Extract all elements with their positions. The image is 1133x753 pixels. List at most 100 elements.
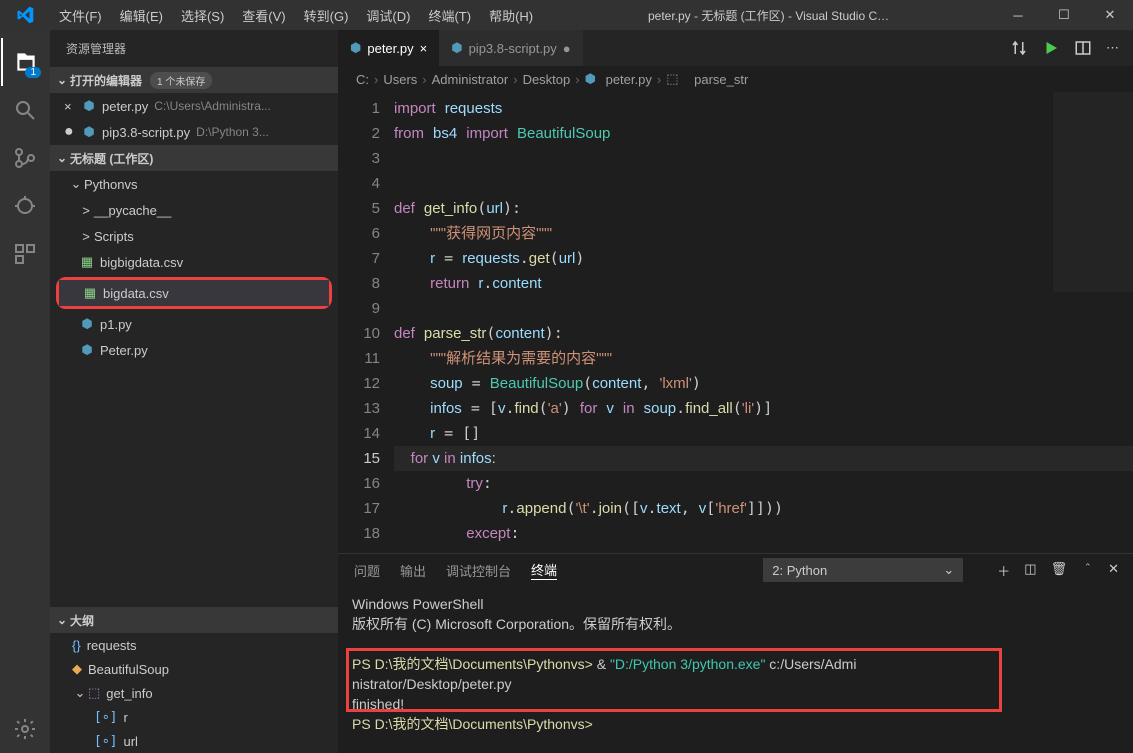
menu-help[interactable]: 帮助(H) (480, 0, 542, 30)
new-terminal-icon[interactable]: ＋ (997, 561, 1010, 580)
menu-bar: 文件(F) 编辑(E) 选择(S) 查看(V) 转到(G) 调试(D) 终端(T… (50, 0, 542, 30)
minimize-button[interactable]: ─ (995, 0, 1041, 30)
file-name: bigbigdata.csv (100, 255, 183, 270)
variable-icon: [∘] (94, 734, 117, 749)
breadcrumb[interactable]: C:› Users› Administrator› Desktop› ⬢ pet… (338, 66, 1133, 92)
line-numbers: 123456789101112131415161718 (338, 92, 394, 553)
chevron-right-icon: > (78, 203, 94, 218)
tree-folder[interactable]: > Scripts (50, 223, 338, 249)
terminal[interactable]: Windows PowerShell 版权所有 (C) Microsoft Co… (338, 586, 1133, 753)
window-controls: ─ ☐ ✕ (995, 0, 1133, 30)
panel-tab-debug[interactable]: 调试控制台 (446, 561, 511, 580)
outline-item[interactable]: [∘]url (50, 729, 338, 753)
tree-folder[interactable]: > __pycache__ (50, 197, 338, 223)
tree-file[interactable]: ⬢ Peter.py (50, 337, 338, 363)
unsaved-badge: 1 个未保存 (150, 72, 212, 89)
menu-view[interactable]: 查看(V) (233, 0, 294, 30)
tab-peter[interactable]: ⬢ peter.py × (338, 30, 439, 66)
python-icon: ⬢ (78, 316, 96, 332)
workspace-header[interactable]: ⌄ 无标题 (工作区) (50, 145, 338, 171)
python-icon: ⬢ (350, 40, 361, 56)
open-editor-item[interactable]: × ⬢ peter.py C:\Users\Administra... (50, 93, 338, 119)
panel-tab-terminal[interactable]: 终端 (531, 560, 557, 580)
menu-go[interactable]: 转到(G) (295, 0, 358, 30)
more-icon[interactable]: ⋯ (1106, 40, 1119, 56)
term-line: PS D:\我的文档\Documents\Pythonvs> & "D:/Pyt… (352, 654, 1119, 674)
menu-file[interactable]: 文件(F) (50, 0, 111, 30)
tab-close-icon[interactable]: × (420, 41, 428, 56)
tree-folder-root[interactable]: ⌄ Pythonvs (50, 171, 338, 197)
sidebar: 资源管理器 ⌄ 打开的编辑器 1 个未保存 × ⬢ peter.py C:\Us… (50, 30, 338, 753)
menu-terminal[interactable]: 终端(T) (419, 0, 480, 30)
chevron-down-icon: ⌄ (54, 151, 70, 165)
open-editor-item[interactable]: ● ⬢ pip3.8-script.py D:\Python 3... (50, 119, 338, 145)
menu-debug[interactable]: 调试(D) (357, 0, 419, 30)
file-name: pip3.8-script.py (102, 125, 190, 140)
folder-name: __pycache__ (94, 203, 171, 218)
activity-explorer[interactable]: 1 (1, 38, 49, 86)
tree-file[interactable]: ▦ bigbigdata.csv (50, 249, 338, 275)
file-path: C:\Users\Administra... (154, 99, 271, 113)
folder-name: Pythonvs (84, 177, 137, 192)
python-icon: ⬢ (78, 342, 96, 358)
outline-item[interactable]: [∘]r (50, 705, 338, 729)
window-title: peter.py - 无标题 (工作区) - Visual Studio C… (542, 7, 995, 24)
panel-tab-output[interactable]: 输出 (400, 561, 426, 580)
close-panel-icon[interactable]: ✕ (1108, 561, 1119, 580)
python-icon: ⬢ (585, 71, 596, 87)
activity-scm[interactable] (1, 134, 49, 182)
tree-file-selected[interactable]: ▦ bigdata.csv (59, 280, 329, 306)
menu-edit[interactable]: 编辑(E) (111, 0, 172, 30)
outline-item[interactable]: {}requests (50, 633, 338, 657)
tab-modified-icon[interactable]: ● (563, 41, 571, 56)
menu-selection[interactable]: 选择(S) (172, 0, 233, 30)
term-line: 版权所有 (C) Microsoft Corporation。保留所有权利。 (352, 614, 1119, 634)
activity-debug[interactable] (1, 182, 49, 230)
minimap[interactable] (1053, 92, 1133, 292)
explorer-badge: 1 (25, 67, 41, 78)
python-icon: ⬢ (80, 98, 98, 114)
terminal-select[interactable]: 2: Python⌄ (763, 558, 963, 582)
activity-extensions[interactable] (1, 230, 49, 278)
code-editor[interactable]: 123456789101112131415161718 import reque… (338, 92, 1133, 553)
compare-icon[interactable] (1010, 39, 1028, 57)
trash-icon[interactable]: 🗑 (1051, 561, 1068, 580)
sidebar-title: 资源管理器 (50, 30, 338, 67)
tree-file[interactable]: ⬢ p1.py (50, 311, 338, 337)
maximize-button[interactable]: ☐ (1041, 0, 1087, 30)
outline-item[interactable]: ⌄⬚get_info (50, 681, 338, 705)
method-icon: ⬚ (88, 685, 100, 701)
file-path: D:\Python 3... (196, 125, 269, 139)
modified-icon[interactable]: ● (64, 123, 80, 141)
open-editors-header[interactable]: ⌄ 打开的编辑器 1 个未保存 (50, 67, 338, 93)
activity-search[interactable] (1, 86, 49, 134)
tab-label: pip3.8-script.py (469, 41, 557, 56)
panel-tabs: 问题 输出 调试控制台 终端 2: Python⌄ ＋ ◫ 🗑 ＾ ✕ (338, 554, 1133, 586)
run-icon[interactable] (1042, 39, 1060, 57)
csv-icon: ▦ (81, 285, 99, 301)
csv-icon: ▦ (78, 254, 96, 270)
file-name: Peter.py (100, 343, 148, 358)
close-button[interactable]: ✕ (1087, 0, 1133, 30)
open-editors-label: 打开的编辑器 (70, 72, 142, 89)
chevron-down-icon: ⌄ (68, 176, 84, 192)
outline-header[interactable]: ⌄ 大纲 (50, 607, 338, 633)
variable-icon: [∘] (94, 710, 117, 725)
term-line (352, 634, 1119, 654)
editor-area: ⬢ peter.py × ⬢ pip3.8-script.py ● ⋯ C:› … (338, 30, 1133, 753)
panel-tab-problems[interactable]: 问题 (354, 561, 380, 580)
outline-item[interactable]: ◆BeautifulSoup (50, 657, 338, 681)
workspace-label: 无标题 (工作区) (70, 150, 153, 167)
code-content[interactable]: import requests from bs4 import Beautifu… (394, 92, 1133, 553)
activity-settings[interactable] (1, 705, 49, 753)
maximize-panel-icon[interactable]: ＾ (1081, 561, 1094, 580)
python-icon: ⬢ (451, 40, 462, 56)
file-name: bigdata.csv (103, 286, 169, 301)
term-line: nistrator/Desktop/peter.py (352, 674, 1119, 694)
close-icon[interactable]: × (64, 99, 80, 114)
split-terminal-icon[interactable]: ◫ (1024, 561, 1036, 580)
split-icon[interactable] (1074, 39, 1092, 57)
python-icon: ⬢ (80, 124, 98, 140)
tab-pip[interactable]: ⬢ pip3.8-script.py ● (439, 30, 582, 66)
chevron-down-icon: ⌄ (54, 73, 70, 87)
